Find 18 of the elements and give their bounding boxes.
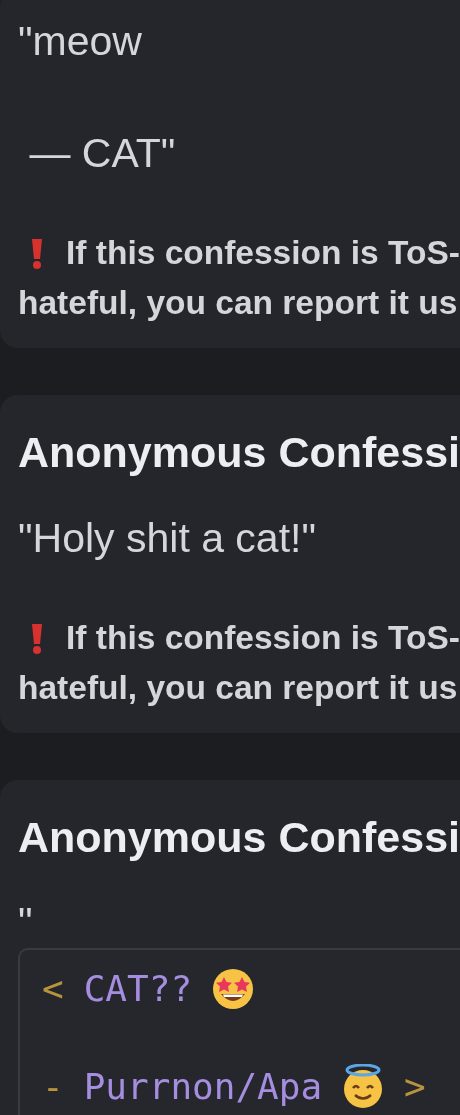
report-notice: If this confession is ToS-: [66, 617, 460, 658]
confession-title: Anonymous Confessi: [18, 427, 460, 478]
exclamation-icon: [30, 621, 44, 654]
confession-title: Anonymous Confessi: [18, 811, 460, 863]
report-notice: hateful, you can report it us: [18, 667, 459, 708]
confession-text: "meow — CAT": [18, 17, 177, 178]
star-eyes-face-icon: [212, 967, 255, 1010]
confession-text: ": [18, 898, 34, 948]
code-marker: <: [42, 966, 64, 1011]
confession-text: "Holy shit a cat!": [18, 513, 317, 563]
halo-face-icon: [342, 1063, 385, 1110]
report-notice: If this confession is ToS-: [66, 233, 460, 273]
report-notice: hateful, you can report it us: [18, 283, 459, 323]
code-text: CAT??: [83, 966, 193, 1011]
code-marker: -: [42, 1064, 64, 1109]
code-marker: >: [404, 1064, 426, 1109]
code-text: Purrnon/Apa: [83, 1064, 323, 1109]
exclamation-icon: [30, 237, 44, 269]
